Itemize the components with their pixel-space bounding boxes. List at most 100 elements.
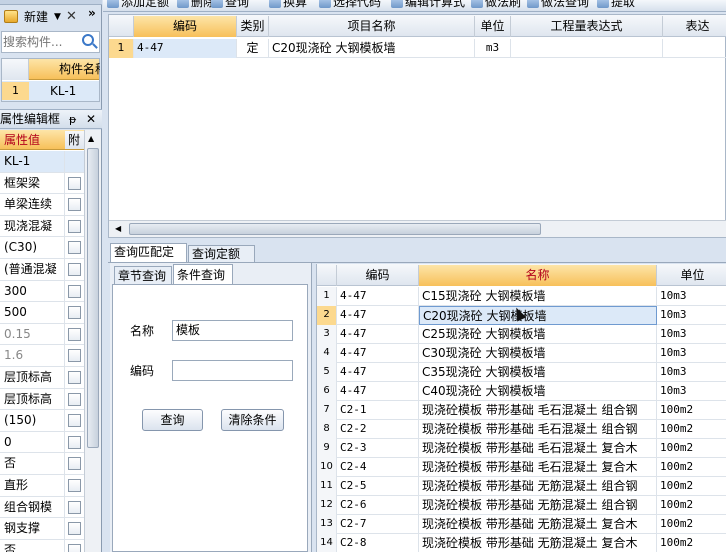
- property-checkbox[interactable]: [68, 543, 81, 552]
- property-checkbox[interactable]: [68, 219, 81, 233]
- component-search-box[interactable]: [1, 31, 100, 53]
- property-checkbox[interactable]: [68, 435, 81, 449]
- toolbar-item-2[interactable]: 查询: [225, 0, 249, 11]
- property-grid: 属性值 附 KL-1 框架梁 单梁连续 现浇混凝 (C30) (普通混凝 300 500 0.1…: [0, 130, 84, 552]
- results-row[interactable]: 7 C2-1 现浇砼模板 带形基础 毛石混凝土 组合钢 100m2: [317, 401, 726, 420]
- property-checkbox[interactable]: [68, 263, 81, 276]
- quota-header-cell[interactable]: [109, 16, 134, 37]
- property-checkbox[interactable]: [68, 349, 81, 363]
- property-checkbox[interactable]: [68, 241, 81, 255]
- property-checkbox[interactable]: [68, 392, 81, 406]
- property-row[interactable]: 现浇混凝: [0, 215, 84, 238]
- property-row[interactable]: 组合钢模: [0, 496, 84, 519]
- name-input[interactable]: 模板: [172, 320, 293, 341]
- tab-quota-library[interactable]: 查询定额库: [188, 245, 255, 278]
- toolbar-item-6[interactable]: 做法刷: [485, 0, 521, 11]
- quota-header-cell[interactable]: 项目名称: [269, 16, 475, 37]
- quota-header-cell[interactable]: 编码: [134, 16, 237, 37]
- quota-h-scrollbar[interactable]: ◀: [109, 220, 726, 237]
- property-row[interactable]: (C30): [0, 237, 84, 259]
- results-row[interactable]: 13 C2-7 现浇砼模板 带形基础 无筋混凝土 复合木 100m2: [317, 515, 726, 534]
- property-row[interactable]: (150): [0, 410, 84, 432]
- quota-header-cell[interactable]: 表达: [663, 16, 726, 37]
- results-header-cell[interactable]: 单位: [657, 265, 726, 286]
- quota-cell-code: 4-47: [134, 39, 237, 58]
- pin-icon[interactable]: ᵽ: [69, 111, 76, 129]
- results-row[interactable]: 10 C2-4 现浇砼模板 带形基础 毛石混凝土 复合木 100m2: [317, 458, 726, 477]
- quota-header-cell[interactable]: 类别: [237, 16, 269, 37]
- property-checkbox[interactable]: [68, 327, 81, 341]
- toolbar-item-0[interactable]: 添加定额: [121, 0, 169, 11]
- property-scroll-thumb[interactable]: [87, 148, 99, 448]
- tab-condition-query[interactable]: 条件查询: [173, 264, 233, 285]
- property-row[interactable]: 层顶标高: [0, 388, 84, 411]
- property-row[interactable]: 单梁连续: [0, 194, 84, 216]
- component-search-input[interactable]: [3, 33, 77, 51]
- results-row[interactable]: 1 4-47 C15现浇砼 大钢模板墙 10m3: [317, 287, 726, 306]
- results-cell-unit: 100m2: [657, 496, 726, 515]
- property-row[interactable]: 500: [0, 302, 84, 324]
- quota-header-cell[interactable]: 工程量表达式: [511, 16, 663, 37]
- property-checkbox[interactable]: [68, 522, 81, 536]
- results-header-cell[interactable]: 编码: [337, 265, 419, 286]
- property-row[interactable]: KL-1: [0, 151, 84, 173]
- results-cell-unit: 100m2: [657, 420, 726, 439]
- results-cell-num: 3: [317, 325, 337, 344]
- component-row[interactable]: 1 KL-1: [2, 81, 99, 101]
- clear-conditions-button[interactable]: 清除条件: [221, 409, 284, 431]
- property-row[interactable]: 层顶标高: [0, 367, 84, 389]
- property-checkbox[interactable]: [68, 306, 81, 320]
- property-scrollbar[interactable]: ▲: [84, 130, 101, 552]
- property-checkbox[interactable]: [68, 371, 81, 384]
- property-checkbox[interactable]: [68, 479, 81, 492]
- results-row[interactable]: 4 4-47 C30现浇砼 大钢模板墙 10m3: [317, 344, 726, 363]
- tab-chapter-query[interactable]: 章节查询: [114, 266, 172, 285]
- results-header-cell[interactable]: [317, 265, 337, 286]
- code-input[interactable]: [172, 360, 293, 381]
- toolbar-item-5[interactable]: 编辑计算式: [405, 0, 465, 11]
- results-header-cell[interactable]: 名称: [419, 265, 657, 286]
- quota-h-scroll-thumb[interactable]: [129, 223, 541, 235]
- toolbar-item-7[interactable]: 做法查询: [541, 0, 589, 11]
- property-row[interactable]: 否: [0, 453, 84, 475]
- results-row[interactable]: 5 4-47 C35现浇砼 大钢模板墙 10m3: [317, 363, 726, 382]
- toolbar-item-3[interactable]: 换算: [283, 0, 307, 11]
- query-button[interactable]: 查询: [142, 409, 203, 431]
- tab-match-quota[interactable]: 查询匹配定额: [110, 243, 187, 276]
- toolbar-item-8[interactable]: 提取: [611, 0, 635, 11]
- property-checkbox[interactable]: [68, 198, 81, 212]
- property-row[interactable]: 0.15: [0, 323, 84, 346]
- results-cell-num: 7: [317, 401, 337, 420]
- property-row[interactable]: 框架梁: [0, 172, 84, 195]
- property-checkbox[interactable]: [68, 457, 81, 471]
- property-row[interactable]: 否: [0, 539, 84, 552]
- property-value: 否: [4, 542, 17, 552]
- collapse-icon[interactable]: »: [88, 4, 96, 22]
- results-cell-code: 4-47: [337, 287, 419, 306]
- property-row[interactable]: 300: [0, 280, 84, 303]
- results-row[interactable]: 11 C2-5 现浇砼模板 带形基础 无筋混凝土 组合钢 100m2: [317, 477, 726, 496]
- property-row[interactable]: 钢支撑: [0, 518, 84, 540]
- results-row[interactable]: 6 4-47 C40现浇砼 大钢模板墙 10m3: [317, 382, 726, 401]
- toolbar-item-4[interactable]: 选择代码: [333, 0, 381, 11]
- property-row[interactable]: 直形: [0, 475, 84, 497]
- results-row[interactable]: 8 C2-2 现浇砼模板 带形基础 毛石混凝土 组合钢 100m2: [317, 420, 726, 439]
- property-checkbox[interactable]: [68, 500, 81, 514]
- results-cell-num: 5: [317, 363, 337, 382]
- property-row[interactable]: 0: [0, 431, 84, 454]
- close-icon[interactable]: ✕: [66, 7, 77, 27]
- property-row[interactable]: (普通混凝: [0, 259, 84, 281]
- quota-header-cell[interactable]: 单位: [475, 16, 511, 37]
- results-row[interactable]: 12 C2-6 现浇砼模板 带形基础 无筋混凝土 组合钢 100m2: [317, 496, 726, 515]
- property-row[interactable]: 1.6: [0, 345, 84, 367]
- property-checkbox[interactable]: [68, 284, 81, 298]
- close-icon[interactable]: ✕: [86, 110, 96, 128]
- quota-row[interactable]: 1 4-47 定 C20现浇砼 大钢模板墙 m3: [109, 38, 726, 58]
- property-checkbox[interactable]: [68, 176, 81, 190]
- results-row[interactable]: 9 C2-3 现浇砼模板 带形基础 毛石混凝土 复合木 100m2: [317, 439, 726, 458]
- results-row[interactable]: 3 4-47 C25现浇砼 大钢模板墙 10m3: [317, 325, 726, 344]
- scroll-left-icon[interactable]: ◀: [115, 224, 121, 233]
- scroll-up-icon[interactable]: ▲: [88, 134, 94, 143]
- property-checkbox[interactable]: [68, 414, 81, 428]
- results-row[interactable]: 14 C2-8 现浇砼模板 带形基础 无筋混凝土 复合木 100m2: [317, 534, 726, 552]
